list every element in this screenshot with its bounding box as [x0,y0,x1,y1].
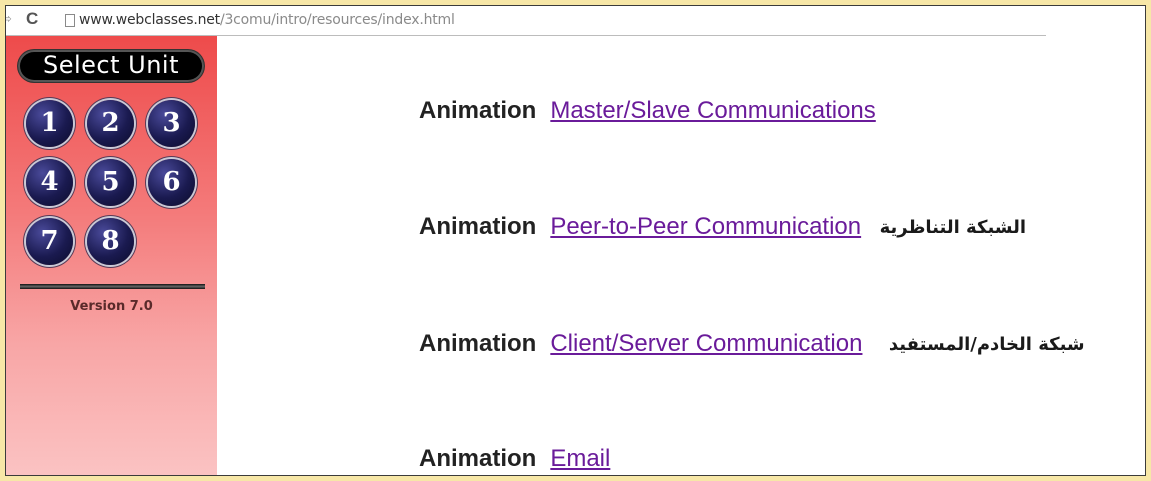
reload-icon[interactable]: C [26,9,38,29]
unit-6-button[interactable]: 6 [148,159,195,206]
url-text[interactable]: www.webclasses.net/3comu/intro/resources… [79,12,455,28]
unit-2-button[interactable]: 2 [87,100,134,147]
url-path: /3comu/intro/resources/index.html [219,12,455,28]
animation-label: Animation [419,445,537,472]
sidebar-divider [20,284,205,289]
unit-sidebar: Select Unit 1 2 3 4 5 6 7 8 Version 7.0 [6,36,217,475]
url-host: www.webclasses.net [79,12,220,28]
select-unit-banner: Select Unit [18,50,204,82]
unit-3-button[interactable]: 3 [148,100,195,147]
unit-7-button[interactable]: 7 [26,218,73,265]
animation-row-peer-to-peer: Animation Peer-to-Peer Communication الشب… [419,213,1026,241]
peer-to-peer-link[interactable]: Peer-to-Peer Communication [550,213,861,240]
animation-label: Animation [419,330,537,357]
master-slave-link[interactable]: Master/Slave Communications [550,97,875,124]
screenshot-frame: ⇨ C www.webclasses.net/3comu/intro/resou… [5,5,1146,476]
forward-arrow-icon[interactable]: ⇨ [6,11,12,27]
email-link[interactable]: Email [550,445,610,472]
unit-5-button[interactable]: 5 [87,159,134,206]
unit-4-button[interactable]: 4 [26,159,73,206]
unit-1-button[interactable]: 1 [26,100,73,147]
arabic-caption-client-server: شبكة الخادم/المستفيد [888,333,1085,355]
animation-label: Animation [419,97,537,124]
arabic-caption-peer-network: الشبكة التناظرية [879,216,1027,238]
address-bar[interactable]: ⇨ C www.webclasses.net/3comu/intro/resou… [6,6,1046,36]
page-icon [65,14,75,27]
animation-row-master-slave: Animation Master/Slave Communications [419,97,876,125]
client-server-link[interactable]: Client/Server Communication [550,330,862,357]
version-label: Version 7.0 [70,299,153,314]
animation-row-email: Animation Email [419,445,610,473]
unit-8-button[interactable]: 8 [87,218,134,265]
animation-row-client-server: Animation Client/Server Communication شبك… [419,330,1085,358]
animation-label: Animation [419,213,537,240]
